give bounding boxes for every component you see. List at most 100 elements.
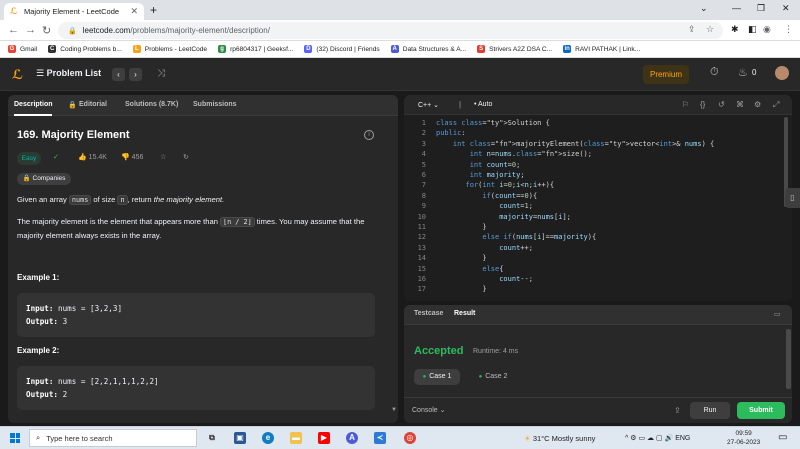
code-line[interactable]: int class="fn">majorityElement(class="ty… bbox=[436, 140, 714, 148]
code-line[interactable]: int n=nums.class="fn">size(); bbox=[436, 150, 592, 158]
close-window-icon[interactable]: ✕ bbox=[782, 3, 790, 14]
code-line[interactable]: for(int i=0;i<n;i++){ bbox=[436, 181, 555, 189]
next-problem-button[interactable]: › bbox=[129, 68, 142, 81]
bookmark-label: RAVI PATHAK | Link... bbox=[575, 45, 641, 53]
like-button[interactable]: 👍 15.4K bbox=[78, 153, 107, 161]
tab-description[interactable]: Description bbox=[14, 101, 53, 108]
streak-icon[interactable]: ♨ bbox=[738, 66, 748, 79]
submit-button[interactable]: Submit bbox=[737, 402, 785, 419]
bookmark-item[interactable]: S Strivers A2Z DSA C... bbox=[477, 45, 552, 53]
avatar[interactable] bbox=[775, 66, 789, 80]
youtube-icon[interactable]: ▶ bbox=[318, 432, 330, 444]
side-panel-toggle-icon[interactable]: ▯ bbox=[785, 188, 800, 208]
file-explorer-icon[interactable]: ▬ bbox=[290, 432, 302, 444]
companies-tag[interactable]: 🔒 Companies bbox=[17, 173, 71, 185]
bookmark-item[interactable]: D (32) Discord | Friends bbox=[304, 45, 380, 53]
close-tab-icon[interactable]: ✕ bbox=[130, 6, 138, 17]
store-icon[interactable]: ▣ bbox=[234, 432, 246, 444]
chrome-icon[interactable]: ◎ bbox=[404, 432, 416, 444]
favorite-star-icon[interactable]: ☆ bbox=[160, 153, 166, 161]
upload-icon[interactable]: ⇪ bbox=[674, 406, 681, 415]
console-toggle[interactable]: Console ⌄ bbox=[412, 406, 446, 414]
browser-tab-bar: ℒ Majority Element - LeetCode ✕ + ⌄ — ❐ … bbox=[0, 0, 800, 20]
bookmark-item[interactable]: L Problems - LeetCode bbox=[132, 45, 207, 53]
side-panel-icon[interactable]: ◧ bbox=[748, 24, 757, 35]
code-line[interactable]: else if(nums[i]==majority){ bbox=[436, 233, 596, 241]
braces-icon[interactable]: {} bbox=[700, 100, 705, 109]
info-icon[interactable]: i bbox=[364, 130, 374, 140]
restore-icon[interactable]: ❐ bbox=[757, 3, 765, 14]
dislike-button[interactable]: 👎 456 bbox=[121, 153, 143, 161]
bookmark-item[interactable]: g rp6804317 | Geeksf... bbox=[218, 45, 293, 53]
code-line[interactable]: } bbox=[436, 285, 486, 293]
share-icon[interactable]: ⇪ bbox=[688, 24, 696, 35]
problem-list-link[interactable]: ☰ Problem List bbox=[36, 68, 101, 79]
code-line[interactable]: public: bbox=[436, 129, 466, 137]
shuffle-icon[interactable]: ⤨ bbox=[157, 68, 165, 79]
code-line[interactable]: int count=0; bbox=[436, 161, 521, 169]
code-line[interactable]: majority=nums[i]; bbox=[436, 213, 571, 221]
prev-problem-button[interactable]: ‹ bbox=[112, 68, 125, 81]
clock[interactable]: 09:59 27-06-2023 bbox=[727, 429, 760, 447]
code-line[interactable]: count++; bbox=[436, 244, 533, 252]
code-line[interactable]: count=1; bbox=[436, 202, 533, 210]
profile-icon[interactable]: ◉ bbox=[763, 24, 771, 35]
code-line[interactable]: } bbox=[436, 254, 486, 262]
bookmark-item[interactable]: in RAVI PATHAK | Link... bbox=[563, 45, 640, 53]
code-line[interactable]: int majority; bbox=[436, 171, 525, 179]
tab-solutions[interactable]: Solutions (8.7K) bbox=[125, 101, 178, 108]
browser-tab[interactable]: ℒ Majority Element - LeetCode ✕ bbox=[4, 3, 144, 20]
leetcode-logo-icon[interactable]: ℒ bbox=[12, 67, 23, 83]
shortcut-icon[interactable]: ⌘ bbox=[736, 100, 744, 109]
bookmark-star-icon[interactable]: ☆ bbox=[706, 24, 714, 35]
tab-editorial[interactable]: Editorial bbox=[79, 101, 107, 108]
expand-icon[interactable]: ⤢ bbox=[773, 100, 779, 110]
reload-icon[interactable]: ↻ bbox=[42, 24, 51, 37]
tab-result[interactable]: Result bbox=[454, 310, 475, 317]
language-select[interactable]: C++ ⌄ bbox=[418, 101, 439, 109]
windows-start-icon[interactable] bbox=[10, 433, 20, 443]
tab-submissions[interactable]: Submissions bbox=[193, 101, 237, 108]
notification-icon[interactable]: ▭ bbox=[778, 432, 787, 443]
edge-icon[interactable]: e bbox=[262, 432, 274, 444]
code-line[interactable]: if(count==0){ bbox=[436, 192, 537, 200]
settings-gear-icon[interactable]: ⚙ bbox=[754, 100, 761, 109]
bookmark-icon[interactable]: ⚐ bbox=[682, 100, 689, 109]
tab-testcase[interactable]: Testcase bbox=[414, 310, 443, 317]
extensions-icon[interactable]: ✱ bbox=[731, 24, 739, 35]
app-icon[interactable]: A bbox=[346, 432, 358, 444]
language-indicator: ENG bbox=[675, 435, 691, 442]
case-2-button[interactable]: ● Case 2 bbox=[470, 369, 516, 385]
forward-icon[interactable]: → bbox=[25, 24, 36, 36]
tab-search-icon[interactable]: ⌄ bbox=[700, 3, 708, 14]
share-link-icon[interactable]: ↻ bbox=[183, 153, 189, 161]
new-tab-icon[interactable]: + bbox=[150, 3, 157, 17]
menu-icon[interactable]: ⋮ bbox=[784, 24, 793, 35]
mode-label[interactable]: • Auto bbox=[474, 101, 492, 108]
url-bar[interactable]: 🔒 leetcode.com/problems/majority-element… bbox=[58, 22, 723, 39]
weather-widget[interactable]: ☀ 31°C Mostly sunny bbox=[524, 434, 595, 443]
vscode-icon[interactable]: ≺ bbox=[374, 432, 386, 444]
code-line[interactable]: else{ bbox=[436, 265, 503, 273]
back-icon[interactable]: ← bbox=[8, 24, 19, 36]
bookmark-item[interactable]: C Coding Problems b... bbox=[48, 45, 122, 53]
case-1-button[interactable]: ● Case 1 bbox=[414, 369, 460, 385]
code-area[interactable]: 1 class class="ty">Solution {2 public: 3 in… bbox=[404, 119, 792, 299]
timer-icon[interactable]: ⏱ bbox=[710, 66, 719, 79]
collapse-icon[interactable]: ▭ bbox=[774, 310, 781, 318]
bookmark-item[interactable]: G Gmail bbox=[8, 45, 37, 53]
result-scrollbar[interactable] bbox=[786, 329, 791, 389]
minimize-icon[interactable]: — bbox=[732, 3, 741, 13]
reset-icon[interactable]: ↺ bbox=[718, 100, 725, 109]
code-line[interactable]: class class="ty">Solution { bbox=[436, 119, 550, 127]
code-line[interactable]: count--; bbox=[436, 275, 533, 283]
task-view-icon[interactable]: ⧉ bbox=[206, 432, 218, 444]
system-tray[interactable]: ^ ⚙ ▭ ☁ ▢ 🔊 ENG bbox=[625, 434, 690, 442]
desc-text: of size bbox=[91, 195, 118, 204]
taskbar-search-input[interactable]: ⌕ Type here to search bbox=[29, 429, 197, 447]
code-line[interactable]: } bbox=[436, 223, 486, 231]
run-button[interactable]: Run bbox=[690, 402, 730, 419]
bookmark-item[interactable]: A Data Structures & A... bbox=[390, 45, 466, 53]
scroll-down-icon[interactable]: ▼ bbox=[391, 407, 397, 413]
premium-button[interactable]: Premium bbox=[643, 65, 689, 84]
